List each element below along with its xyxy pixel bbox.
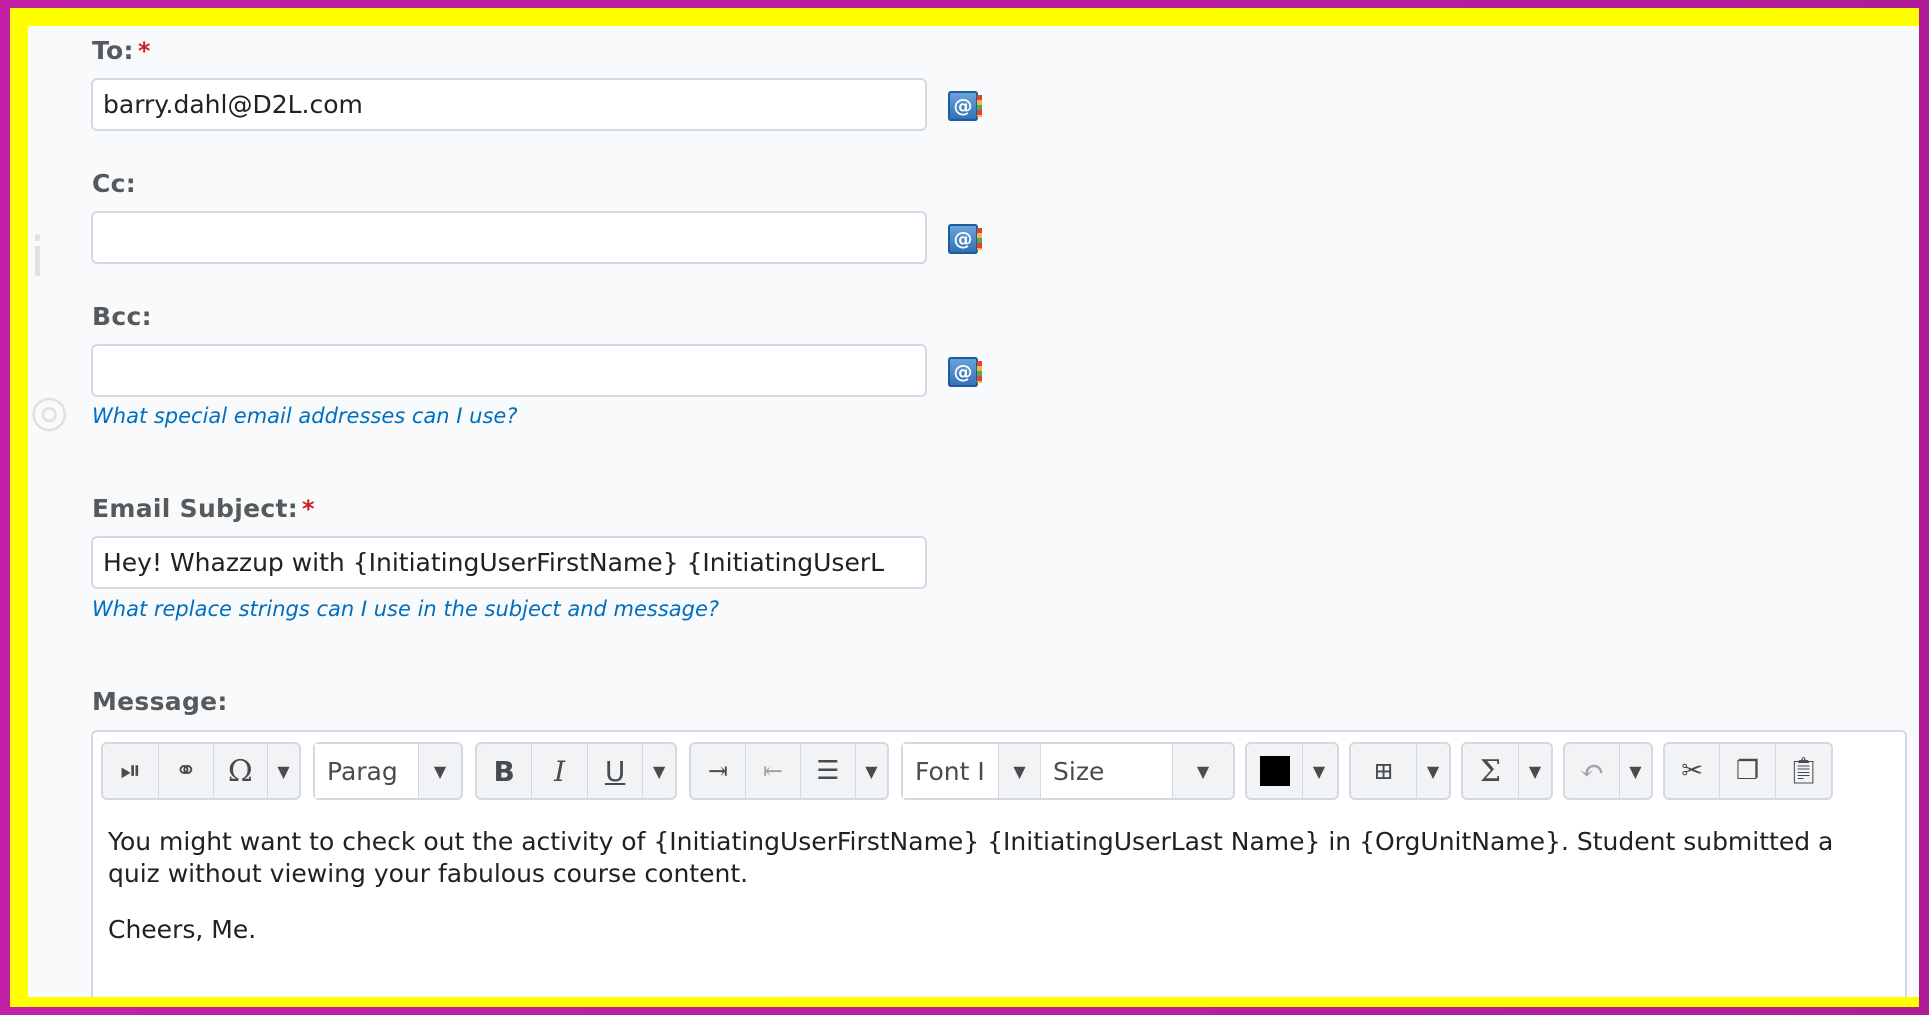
copy-icon[interactable]: ❐ [1720, 744, 1776, 798]
special-character-dropdown-icon[interactable]: ▼ [268, 744, 299, 798]
replace-strings-help-link[interactable]: What replace strings can I use in the su… [92, 597, 719, 621]
message-paragraph: You might want to check out the activity… [108, 827, 1834, 888]
insert-group: ⏯ ⚭ Ω ▼ [101, 742, 301, 800]
font-group: Font I ▼ Size ▼ [901, 742, 1235, 800]
outdent-icon[interactable]: ⇤ [746, 744, 801, 798]
email-subject-label: Email Subject: * [92, 494, 315, 523]
insert-quicklink-icon[interactable]: ⚭ [159, 744, 214, 798]
cut-icon[interactable]: ✂ [1665, 744, 1721, 798]
insert-table-dropdown-icon[interactable]: ▼ [1417, 744, 1449, 798]
bold-icon[interactable]: B [477, 744, 533, 798]
list-group: ⇥ ⇤ ☰ ▼ [689, 742, 889, 800]
insert-table-icon[interactable]: ⊞ [1351, 744, 1417, 798]
equation-icon[interactable]: Σ [1463, 744, 1519, 798]
email-subject-input[interactable]: Hey! Whazzup with {InitiatingUserFirstNa… [91, 536, 927, 589]
required-marker: * [302, 495, 315, 523]
clipboard-group: ✂ ❐ 📋︎ [1663, 742, 1833, 800]
cc-address-book-icon[interactable]: @ [948, 224, 982, 254]
bcc-address-book-icon[interactable]: @ [948, 357, 982, 387]
paste-icon[interactable]: 📋︎ [1776, 744, 1831, 798]
text-color-swatch [1259, 756, 1290, 786]
paragraph-format-dropdown[interactable]: Parag ▼ [313, 742, 463, 800]
undo-dropdown-icon[interactable]: ▼ [1620, 744, 1651, 798]
text-color-dropdown-icon[interactable]: ▼ [1303, 744, 1335, 798]
indent-icon[interactable]: ⇥ [691, 744, 746, 798]
to-label: To: * [92, 36, 151, 65]
message-signoff: Cheers, Me. [108, 915, 257, 944]
text-color-group: ▼ [1245, 742, 1339, 800]
cc-input[interactable] [91, 211, 927, 264]
insert-stuff-icon[interactable]: ⏯ [103, 744, 160, 798]
special-character-icon[interactable]: Ω [214, 744, 268, 798]
equation-dropdown-icon[interactable]: ▼ [1519, 744, 1551, 798]
equation-group: Σ ▼ [1461, 742, 1553, 800]
cc-label: Cc: [92, 169, 137, 198]
circle-watermark-icon: ◎ [30, 386, 69, 437]
text-style-dropdown-icon[interactable]: ▼ [643, 744, 675, 798]
bullet-list-icon[interactable]: ☰ [801, 744, 856, 798]
font-family-dropdown[interactable]: Font I [903, 744, 999, 798]
message-label: Message: [92, 687, 228, 716]
message-editor[interactable]: ⏯ ⚭ Ω ▼ Parag ▼ B I U ▼ ⇥ ⇤ ☰ ▼ Font I ▼… [91, 730, 1907, 997]
paragraph-format-value: Parag [315, 744, 419, 798]
text-color-icon[interactable] [1247, 744, 1303, 798]
special-addresses-help-link[interactable]: What special email addresses can I use? [92, 404, 517, 428]
to-input[interactable]: barry.dahl@D2L.com [91, 78, 927, 131]
list-dropdown-icon[interactable]: ▼ [856, 744, 887, 798]
to-label-text: To: [92, 36, 134, 65]
undo-icon[interactable]: ↶ [1565, 744, 1620, 798]
underline-icon[interactable]: U [588, 744, 644, 798]
chevron-down-icon: ▼ [433, 761, 447, 781]
text-style-group: B I U ▼ [475, 742, 677, 800]
highlight-frame: i ◎ To: * barry.dahl@D2L.com @ Cc: @ Bcc:… [10, 8, 1919, 1007]
bcc-input[interactable] [91, 344, 927, 397]
person-watermark-icon: i [30, 226, 46, 289]
email-subject-label-text: Email Subject: [92, 494, 299, 523]
italic-icon[interactable]: I [532, 744, 588, 798]
font-size-dropdown[interactable]: Size [1041, 744, 1173, 798]
email-form-page: i ◎ To: * barry.dahl@D2L.com @ Cc: @ Bcc:… [28, 26, 1919, 997]
font-family-chevron-icon[interactable]: ▼ [999, 744, 1041, 798]
table-group: ⊞ ▼ [1349, 742, 1451, 800]
message-body[interactable]: You might want to check out the activity… [108, 826, 1883, 970]
font-size-chevron-icon[interactable]: ▼ [1173, 744, 1233, 798]
to-address-book-icon[interactable]: @ [948, 91, 982, 121]
undo-group: ↶ ▼ [1563, 742, 1653, 800]
bcc-label: Bcc: [92, 302, 152, 331]
required-marker: * [137, 37, 151, 65]
